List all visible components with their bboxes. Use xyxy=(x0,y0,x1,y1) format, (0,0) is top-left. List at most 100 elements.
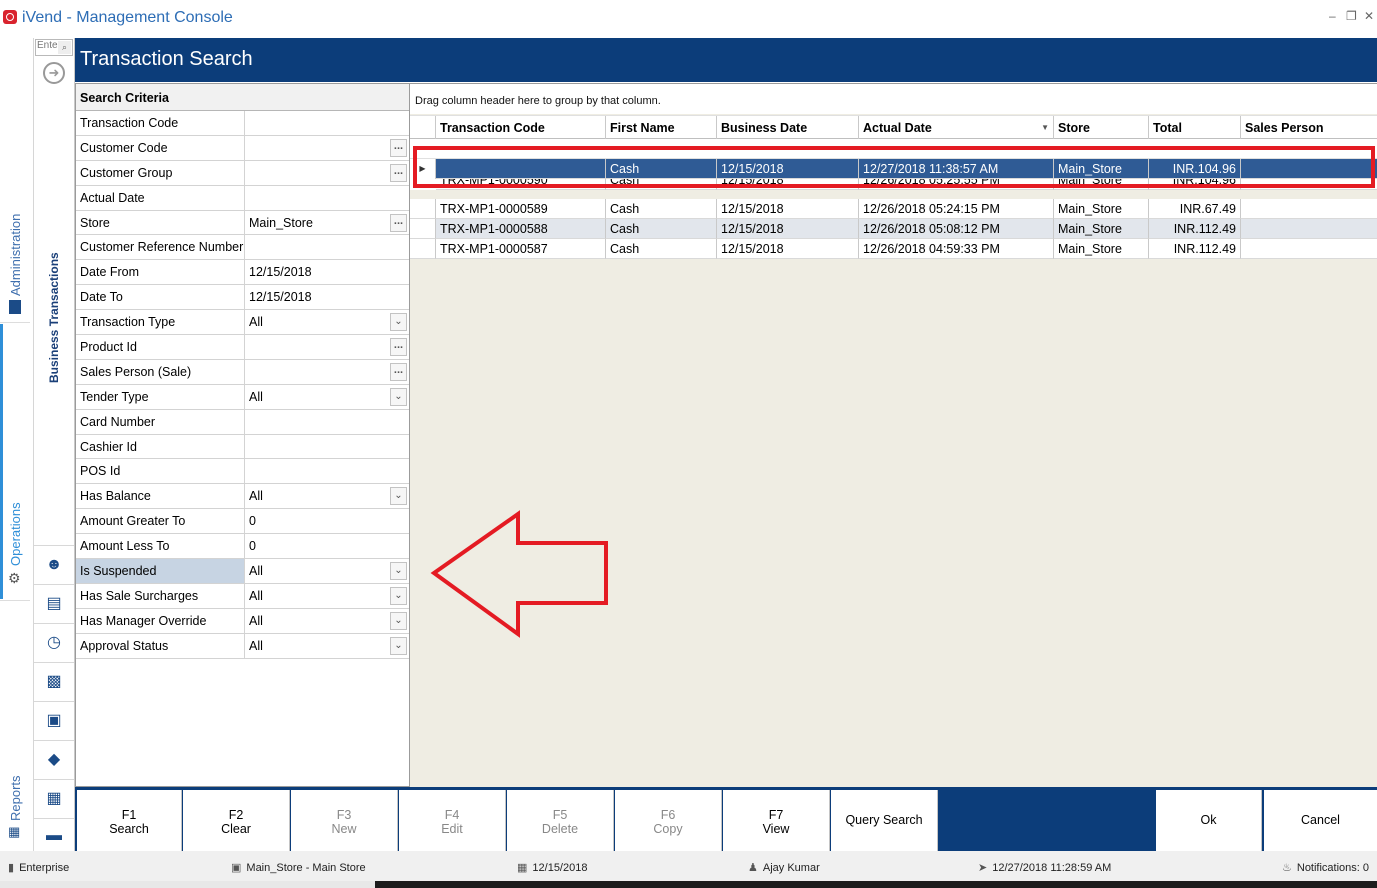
criteria-value[interactable]: 0 xyxy=(245,534,409,558)
copy-button[interactable]: F6 Copy xyxy=(615,790,722,851)
view-button[interactable]: F7 View xyxy=(723,790,830,851)
new-button[interactable]: F3 New xyxy=(291,790,398,851)
close-icon[interactable]: ✕ xyxy=(1364,9,1374,23)
criteria-row-cashier-id[interactable]: Cashier Id xyxy=(76,434,409,460)
tab-administration[interactable]: Administration xyxy=(0,38,30,323)
criteria-label: Card Number xyxy=(76,409,245,434)
criteria-value[interactable]: 12/15/2018 xyxy=(245,285,409,309)
ellipsis-button[interactable]: ... xyxy=(390,138,407,157)
column-header-transaction-code[interactable]: Transaction Code xyxy=(436,116,606,140)
criteria-value[interactable] xyxy=(245,360,409,384)
delete-button-key: F5 xyxy=(552,808,568,822)
criteria-row-transaction-type[interactable]: Transaction Type All ⌄ xyxy=(76,310,409,336)
chevron-down-icon[interactable]: ⌄ xyxy=(390,487,407,506)
criteria-value[interactable]: 12/15/2018 xyxy=(245,260,409,284)
criteria-row-has-balance[interactable]: Has Balance All ⌄ xyxy=(76,484,409,510)
table-row[interactable]: TRX-MP1-0000589 Cash 12/15/2018 12/26/20… xyxy=(410,199,1377,219)
chevron-down-icon[interactable]: ⌄ xyxy=(390,562,407,581)
rail-search-input[interactable]: Ente ⌕ xyxy=(35,39,73,56)
table-row[interactable]: TRX-MP1-0000588 Cash 12/15/2018 12/26/20… xyxy=(410,219,1377,239)
criteria-row-customer-group[interactable]: Customer Group... xyxy=(76,160,409,186)
arrow-right-icon[interactable]: ➜ xyxy=(43,62,65,84)
criteria-row-actual-date[interactable]: Actual Date xyxy=(76,185,409,211)
criteria-value[interactable]: All xyxy=(245,310,409,334)
criteria-value[interactable]: All xyxy=(245,609,409,633)
criteria-row-date-from[interactable]: Date From 12/15/2018 xyxy=(76,260,409,286)
criteria-value[interactable]: All xyxy=(245,484,409,508)
criteria-value[interactable]: All xyxy=(245,385,409,409)
criteria-value[interactable] xyxy=(245,335,409,359)
criteria-value[interactable]: All xyxy=(245,584,409,608)
chevron-down-icon[interactable]: ⌄ xyxy=(390,387,407,406)
search-icon[interactable]: ⌕ xyxy=(58,41,71,54)
criteria-row-is-suspended[interactable]: Is Suspended All ⌄ xyxy=(76,559,409,584)
criteria-value[interactable] xyxy=(245,111,409,135)
gift-icon[interactable]: ▩ xyxy=(34,662,74,700)
chevron-down-icon[interactable]: ⌄ xyxy=(390,636,407,655)
store-icon[interactable]: ▣ xyxy=(34,701,74,739)
criteria-value[interactable] xyxy=(245,136,409,160)
chevron-down-icon[interactable]: ⌄ xyxy=(390,586,407,605)
ellipsis-button[interactable]: ... xyxy=(390,163,407,182)
criteria-row-approval-status[interactable]: Approval Status All ⌄ xyxy=(76,633,409,659)
ellipsis-button[interactable]: ... xyxy=(390,362,407,381)
column-header-first-name[interactable]: First Name xyxy=(606,116,717,140)
column-header-total[interactable]: Total xyxy=(1149,116,1241,140)
cell-transaction-code: TRX-MP1-0000588 xyxy=(436,219,606,239)
criteria-row-amount-less-to[interactable]: Amount Less To 0 xyxy=(76,534,409,560)
criteria-value[interactable] xyxy=(245,161,409,185)
column-header-sales-person[interactable]: Sales Person xyxy=(1241,116,1377,140)
criteria-row-tender-type[interactable]: Tender Type All ⌄ xyxy=(76,384,409,410)
chevron-down-icon[interactable]: ⌄ xyxy=(390,611,407,630)
group-by-hint[interactable]: Drag column header here to group by that… xyxy=(410,84,1377,114)
chevron-down-icon[interactable]: ⌄ xyxy=(390,313,407,332)
table-row[interactable]: TRX-MP1-0000587 Cash 12/15/2018 12/26/20… xyxy=(410,239,1377,259)
criteria-row-customer-code[interactable]: Customer Code... xyxy=(76,135,409,161)
user-icon: ♟ xyxy=(748,862,758,874)
criteria-value[interactable] xyxy=(245,459,409,483)
restore-icon[interactable]: ❐ xyxy=(1346,9,1357,23)
criteria-row-product-id[interactable]: Product Id... xyxy=(76,335,409,360)
minimize-icon[interactable]: – xyxy=(1329,9,1336,23)
search-button[interactable]: F1 Search xyxy=(77,790,182,851)
edit-button[interactable]: F4 Edit xyxy=(399,790,506,851)
clock-icon[interactable]: ◷ xyxy=(34,623,74,661)
column-header-store[interactable]: Store xyxy=(1054,116,1149,140)
criteria-value[interactable] xyxy=(245,410,409,434)
cash-register-icon[interactable]: ▤ xyxy=(34,584,74,622)
criteria-value[interactable]: 0 xyxy=(245,509,409,533)
criteria-row-has-manager-override[interactable]: Has Manager Override All ⌄ xyxy=(76,608,409,634)
card-icon[interactable]: ▬ xyxy=(34,818,74,851)
criteria-value[interactable]: All xyxy=(245,634,409,658)
criteria-row-pos-id[interactable]: POS Id xyxy=(76,459,409,485)
tab-reports[interactable]: Reports ▦ xyxy=(0,600,30,851)
status-notifications[interactable]: ♨ Notifications: 0 xyxy=(1282,861,1369,874)
criteria-value[interactable]: Main_Store xyxy=(245,211,409,235)
ellipsis-button[interactable]: ... xyxy=(390,213,407,232)
search-button-label: Search xyxy=(109,822,149,836)
criteria-row-transaction-code[interactable]: Transaction Code xyxy=(76,111,409,136)
criteria-value[interactable] xyxy=(245,435,409,459)
criteria-value[interactable] xyxy=(245,235,409,259)
column-header-business-date[interactable]: Business Date xyxy=(717,116,859,140)
clear-button[interactable]: F2 Clear xyxy=(183,790,290,851)
criteria-row-amount-greater-to[interactable]: Amount Greater To 0 xyxy=(76,509,409,535)
query-search-button[interactable]: Query Search xyxy=(831,790,938,851)
ok-button[interactable]: Ok xyxy=(1156,790,1262,851)
criteria-row-has-sale-surcharges[interactable]: Has Sale Surcharges All ⌄ xyxy=(76,583,409,609)
column-header-actual-date[interactable]: Actual Date ▼ xyxy=(859,116,1054,140)
cancel-button[interactable]: Cancel xyxy=(1264,790,1377,851)
criteria-row-store[interactable]: Store Main_Store... xyxy=(76,210,409,236)
tab-operations[interactable]: Operations ⚙ xyxy=(0,324,30,599)
criteria-row-sales-person[interactable]: Sales Person (Sale)... xyxy=(76,359,409,385)
tag-icon[interactable]: ◆ xyxy=(34,740,74,778)
criteria-row-date-to[interactable]: Date To 12/15/2018 xyxy=(76,285,409,311)
ellipsis-button[interactable]: ... xyxy=(390,338,407,357)
criteria-value[interactable] xyxy=(245,186,409,210)
criteria-row-card-number[interactable]: Card Number xyxy=(76,409,409,435)
criteria-value[interactable]: All xyxy=(245,559,409,583)
delete-button[interactable]: F5 Delete xyxy=(507,790,614,851)
warehouse-icon[interactable]: ▦ xyxy=(34,779,74,817)
customer-icon[interactable]: ☻ xyxy=(34,545,74,583)
criteria-row-customer-reference-number[interactable]: Customer Reference Number xyxy=(76,235,409,261)
